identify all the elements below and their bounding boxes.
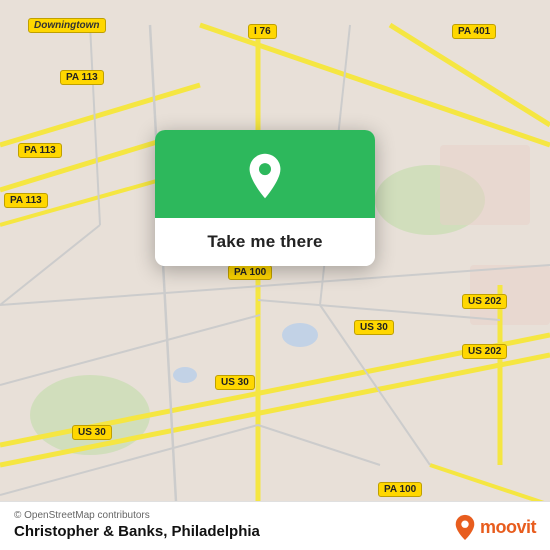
label-pa113-top: PA 113: [60, 70, 104, 85]
label-downingtown: Downingtown: [28, 18, 106, 33]
label-us30-bot: US 30: [72, 425, 112, 440]
label-pa113-left: PA 113: [4, 193, 48, 208]
take-me-there-button[interactable]: Take me there: [155, 218, 375, 266]
label-us202-bot: US 202: [462, 344, 507, 359]
map: Downingtown PA 113 PA 113 PA 113 PA 401 …: [0, 0, 550, 550]
label-pa401: PA 401: [452, 24, 496, 39]
moovit-pin-icon: [454, 514, 476, 540]
label-i76: I 76: [248, 24, 277, 39]
moovit-logo: moovit: [454, 514, 536, 540]
label-us30-mid: US 30: [354, 320, 394, 335]
location-pin-icon: [241, 152, 289, 200]
label-us30-low: US 30: [215, 375, 255, 390]
popup-card-top: [155, 130, 375, 218]
label-pa100-mid: PA 100: [228, 265, 272, 280]
label-pa100-bot: PA 100: [378, 482, 422, 497]
popup-card: Take me there: [155, 130, 375, 266]
label-us202-top: US 202: [462, 294, 507, 309]
moovit-text: moovit: [480, 517, 536, 538]
label-pa113-mid: PA 113: [18, 143, 62, 158]
